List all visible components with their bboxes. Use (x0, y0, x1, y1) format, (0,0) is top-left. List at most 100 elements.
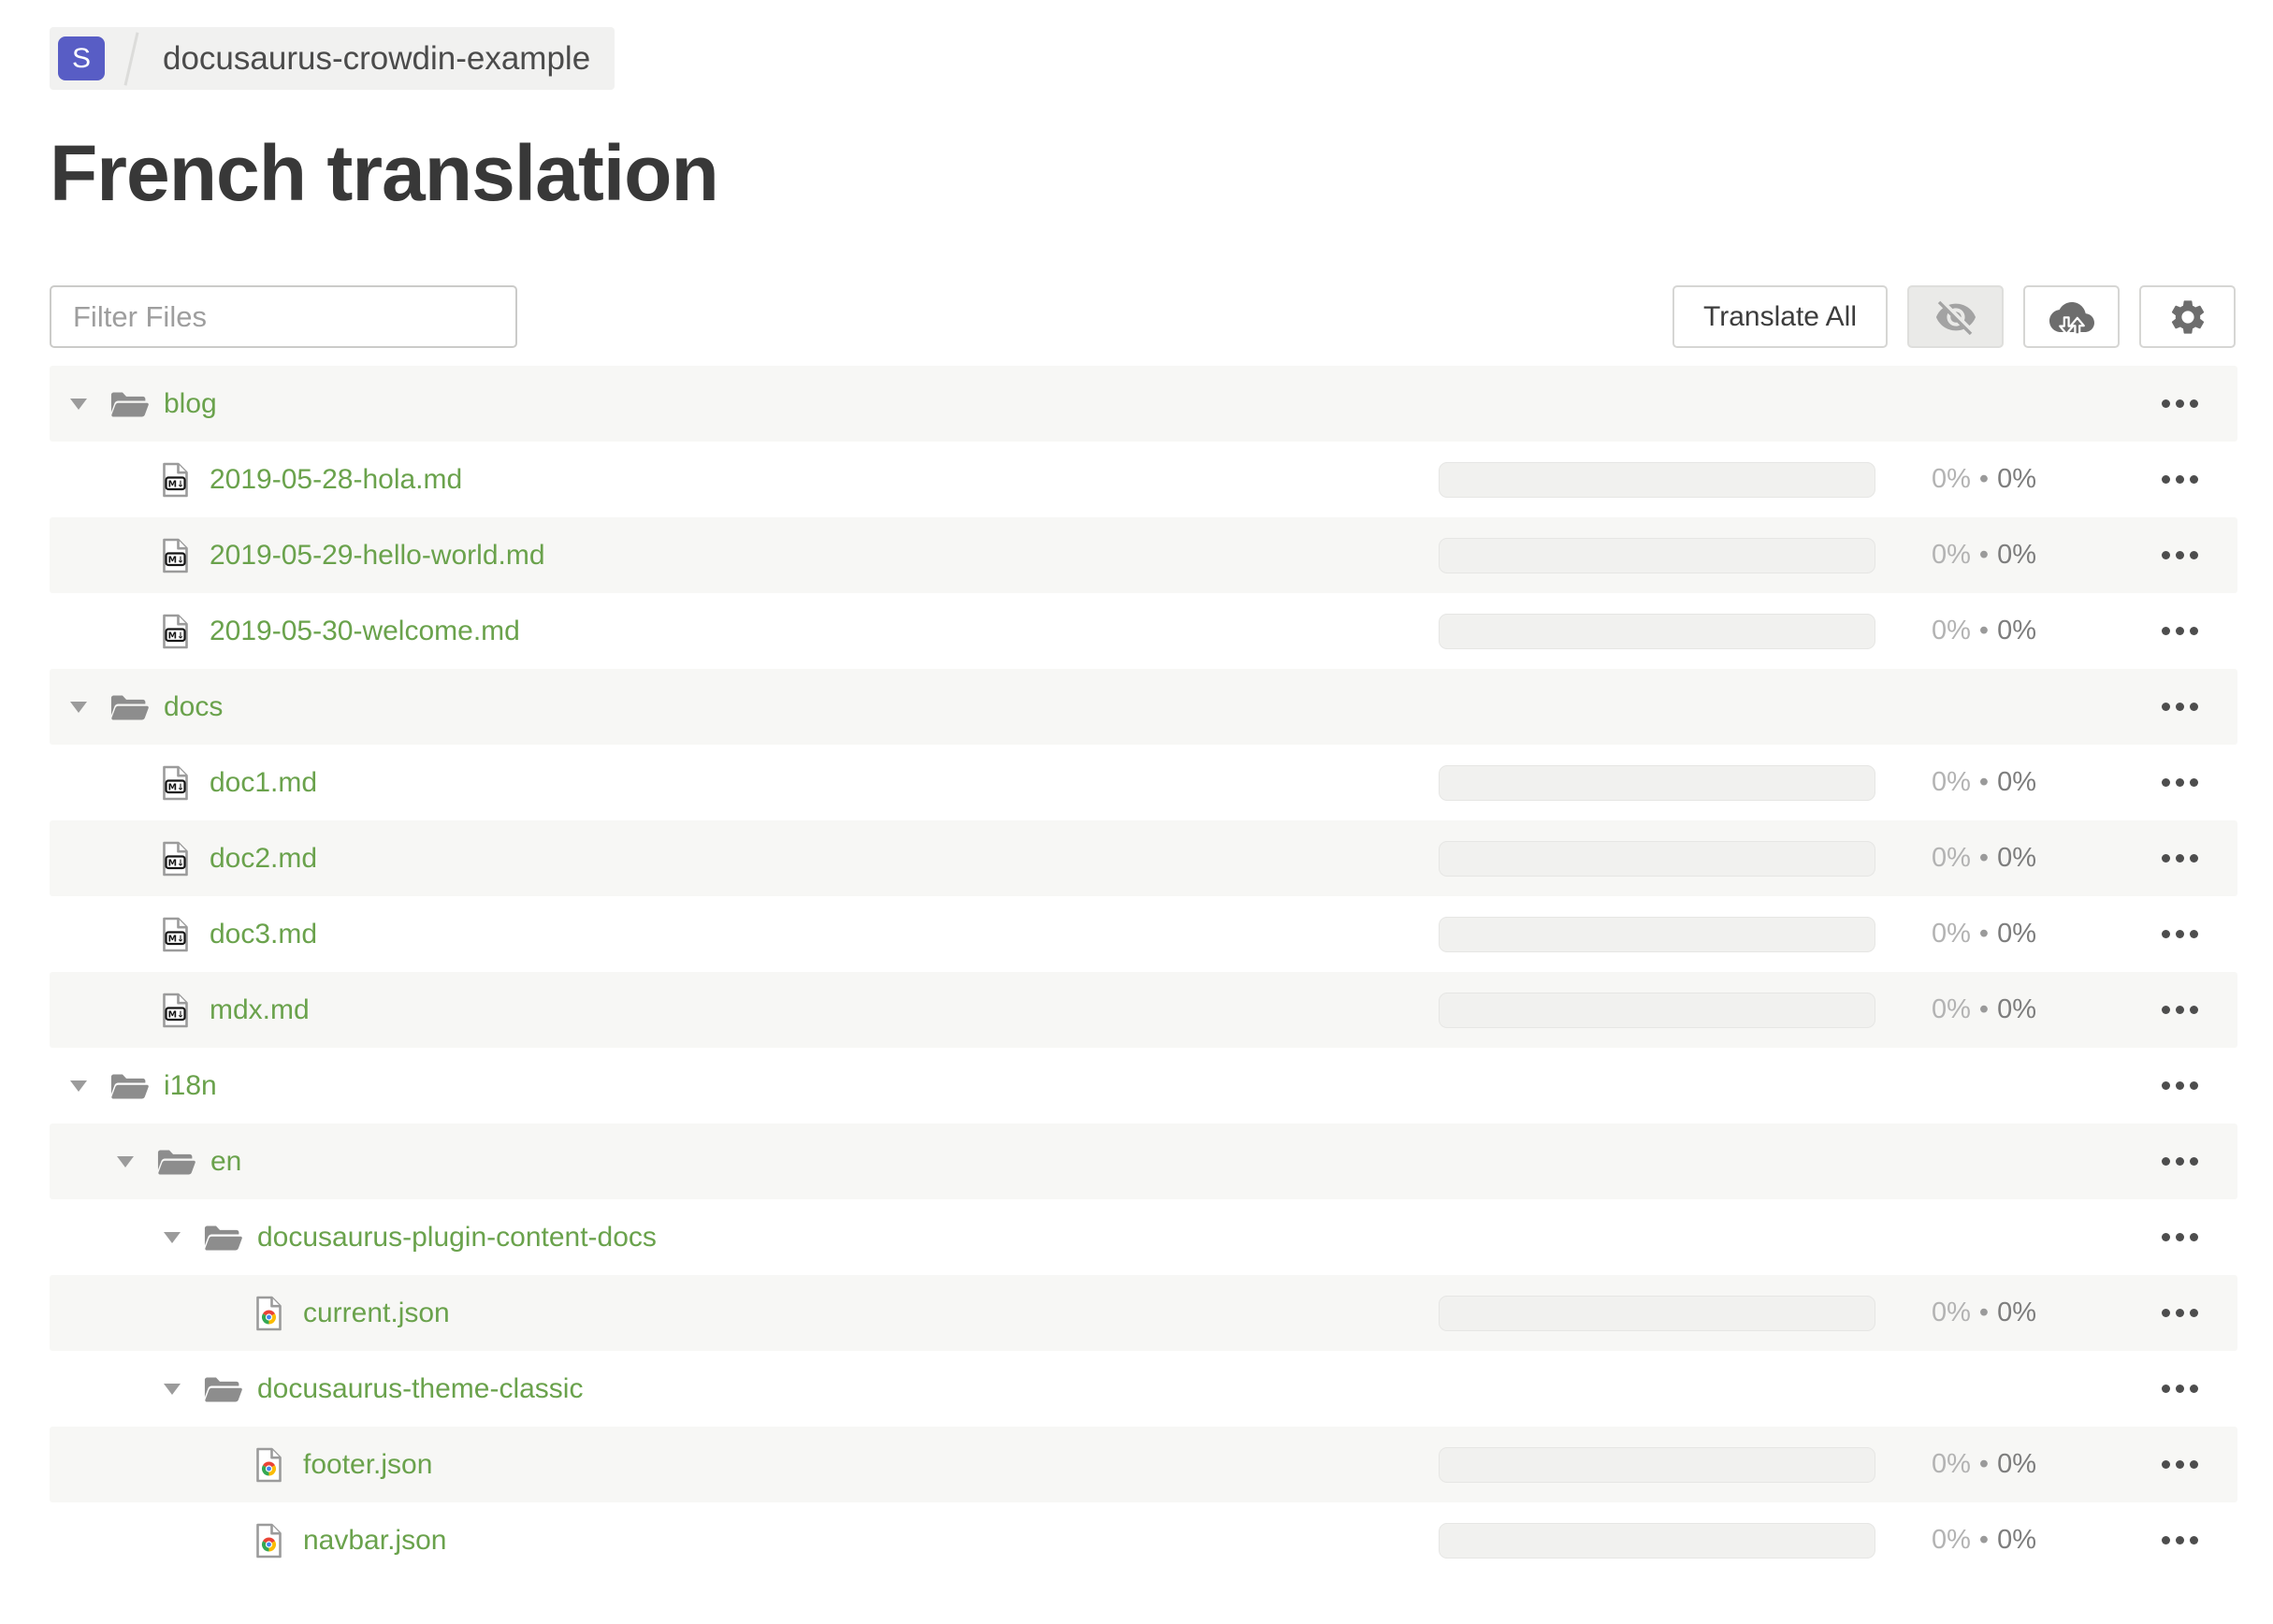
file-name-link[interactable]: 2019-05-28-hola.md (210, 464, 462, 496)
file-name-link[interactable]: 2019-05-30-welcome.md (210, 616, 520, 647)
ellipsis-icon (2176, 703, 2184, 711)
markdown-file-icon: M↓ (162, 462, 189, 498)
row-main: docusaurus-theme-classic (50, 1373, 583, 1405)
row-menu-button[interactable] (2158, 544, 2202, 567)
row-meta: 0% • 0% (1439, 840, 2237, 877)
sync-button[interactable] (2023, 285, 2120, 348)
row-meta (1439, 392, 2237, 415)
caret-down-icon[interactable] (117, 1155, 134, 1167)
row-main: M↓ mdx.md (50, 993, 310, 1028)
file-row: M↓ 2019-05-29-hello-world.md 0% • 0% (50, 517, 2237, 593)
row-menu-button[interactable] (2158, 771, 2202, 794)
file-name-link[interactable]: mdx.md (210, 994, 310, 1026)
ellipsis-icon (2190, 1006, 2198, 1014)
svg-text:M↓: M↓ (168, 858, 184, 868)
folder-name-link[interactable]: en (210, 1146, 241, 1178)
filter-files-input[interactable] (50, 285, 517, 348)
approved-percent: 0% (1997, 1525, 2036, 1555)
ellipsis-icon (2176, 399, 2184, 408)
row-meta (1439, 695, 2237, 718)
caret-down-icon[interactable] (164, 1383, 181, 1395)
percent-separator: • (1978, 616, 1990, 645)
svg-text:M↓: M↓ (168, 782, 184, 792)
row-menu-button[interactable] (2158, 1377, 2202, 1400)
ellipsis-icon (2176, 1460, 2184, 1469)
translated-percent: 0% (1932, 1525, 1971, 1555)
row-menu-button[interactable] (2158, 619, 2202, 643)
caret-down-icon[interactable] (164, 1231, 181, 1243)
ellipsis-icon (2176, 1233, 2184, 1241)
row-menu-button[interactable] (2158, 1453, 2202, 1476)
row-menu-button[interactable] (2158, 1529, 2202, 1552)
markdown-file-icon: M↓ (162, 614, 189, 649)
file-name-link[interactable]: current.json (303, 1298, 450, 1329)
translated-percent: 0% (1932, 767, 1971, 797)
progress-percents: 0% • 0% (1875, 994, 2036, 1025)
row-menu-button[interactable] (2158, 922, 2202, 946)
settings-button[interactable] (2139, 285, 2236, 348)
row-menu-button[interactable] (2158, 392, 2202, 415)
progress-bar (1439, 992, 1875, 1028)
ellipsis-icon (2190, 1460, 2198, 1469)
file-name-link[interactable]: navbar.json (303, 1525, 446, 1557)
percent-separator: • (1978, 464, 1990, 494)
file-row: M↓ doc3.md 0% • 0% (50, 896, 2237, 972)
ellipsis-icon (2162, 1309, 2170, 1317)
ellipsis-icon (2176, 1536, 2184, 1544)
approved-percent: 0% (1997, 994, 2036, 1024)
approved-percent: 0% (1997, 767, 2036, 797)
svg-text:M↓: M↓ (168, 934, 184, 944)
file-row: footer.json 0% • 0% (50, 1427, 2237, 1502)
breadcrumb-project-link[interactable]: docusaurus-crowdin-example (163, 40, 590, 78)
row-meta: 0% • 0% (1439, 461, 2237, 498)
translated-percent: 0% (1932, 616, 1971, 645)
folder-name-link[interactable]: docs (164, 691, 223, 723)
row-main: M↓ 2019-05-30-welcome.md (50, 614, 520, 649)
hide-completed-button[interactable] (1907, 285, 2004, 348)
row-menu-button[interactable] (2158, 1150, 2202, 1173)
ellipsis-icon (2162, 1460, 2170, 1469)
row-main: M↓ doc2.md (50, 841, 317, 877)
ellipsis-icon (2190, 1157, 2198, 1166)
translated-percent: 0% (1932, 919, 1971, 949)
row-menu-button[interactable] (2158, 847, 2202, 870)
progress-bar (1439, 1522, 1875, 1559)
progress-percents: 0% • 0% (1875, 1449, 2036, 1480)
file-name-link[interactable]: 2019-05-29-hello-world.md (210, 540, 545, 572)
row-menu-button[interactable] (2158, 695, 2202, 718)
ellipsis-icon (2176, 1385, 2184, 1393)
ellipsis-icon (2176, 1006, 2184, 1014)
file-name-link[interactable]: footer.json (303, 1449, 432, 1481)
translate-all-button[interactable]: Translate All (1672, 285, 1888, 348)
file-name-link[interactable]: doc2.md (210, 843, 317, 875)
folder-name-link[interactable]: docusaurus-plugin-content-docs (257, 1222, 657, 1254)
ellipsis-icon (2162, 1233, 2170, 1241)
project-avatar[interactable]: S (58, 36, 105, 80)
ellipsis-icon (2162, 854, 2170, 863)
row-main: en (50, 1146, 241, 1178)
folder-icon (109, 1071, 150, 1101)
folder-name-link[interactable]: blog (164, 388, 217, 420)
row-menu-button[interactable] (2158, 468, 2202, 491)
folder-name-link[interactable]: i18n (164, 1070, 217, 1102)
folder-name-link[interactable]: docusaurus-theme-classic (257, 1373, 583, 1405)
ellipsis-icon (2176, 551, 2184, 559)
caret-down-icon[interactable] (70, 1080, 87, 1092)
row-menu-button[interactable] (2158, 998, 2202, 1022)
ellipsis-icon (2190, 930, 2198, 938)
ellipsis-icon (2190, 475, 2198, 484)
caret-down-icon[interactable] (70, 701, 87, 713)
cloud-sync-icon (2049, 295, 2094, 340)
file-name-link[interactable]: doc1.md (210, 767, 317, 799)
caret-down-icon[interactable] (70, 398, 87, 410)
ellipsis-icon (2176, 778, 2184, 787)
ellipsis-icon (2176, 1157, 2184, 1166)
row-menu-button[interactable] (2158, 1225, 2202, 1249)
folder-icon (203, 1223, 243, 1253)
translated-percent: 0% (1932, 540, 1971, 570)
file-name-link[interactable]: doc3.md (210, 919, 317, 950)
progress-percents: 0% • 0% (1875, 919, 2036, 950)
progress-bar (1439, 461, 1875, 498)
row-menu-button[interactable] (2158, 1301, 2202, 1325)
row-menu-button[interactable] (2158, 1074, 2202, 1097)
